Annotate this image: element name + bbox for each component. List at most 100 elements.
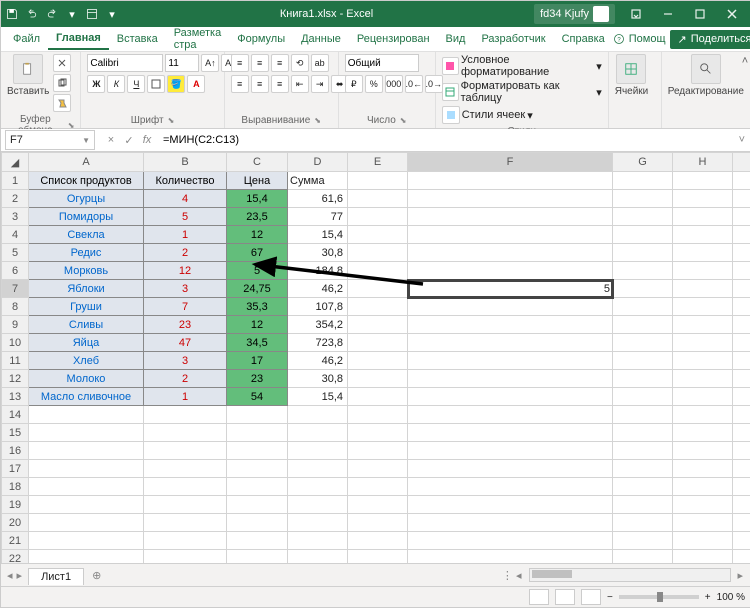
redo-icon[interactable] <box>45 7 59 21</box>
cell-B2[interactable]: 4 <box>144 190 227 208</box>
cell-F21[interactable] <box>408 532 613 550</box>
row-header-2[interactable]: 2 <box>2 190 29 208</box>
cell-I6[interactable] <box>733 262 750 280</box>
cell-I16[interactable] <box>733 442 750 460</box>
cell-H7[interactable] <box>673 280 733 298</box>
row-header-16[interactable]: 16 <box>2 442 29 460</box>
col-header-E[interactable]: E <box>348 153 408 172</box>
cell-A10[interactable]: Яйца <box>29 334 144 352</box>
normal-view-icon[interactable] <box>529 589 549 605</box>
cell-D1[interactable]: Сумма <box>288 172 348 190</box>
cell-D13[interactable]: 15,4 <box>288 388 348 406</box>
cell-I11[interactable] <box>733 352 750 370</box>
cell-E9[interactable] <box>348 316 408 334</box>
cell-D22[interactable] <box>288 550 348 564</box>
cell-I20[interactable] <box>733 514 750 532</box>
cell-E21[interactable] <box>348 532 408 550</box>
border-icon[interactable] <box>147 75 165 93</box>
cell-E3[interactable] <box>348 208 408 226</box>
account-button[interactable]: fd34 Kjufy <box>534 4 615 24</box>
cell-B9[interactable]: 23 <box>144 316 227 334</box>
cell-B12[interactable]: 2 <box>144 370 227 388</box>
cell-G10[interactable] <box>613 334 673 352</box>
cell-A4[interactable]: Свекла <box>29 226 144 244</box>
sheet-tab[interactable]: Лист1 <box>28 568 84 585</box>
copy-icon[interactable] <box>53 74 71 92</box>
cell-C22[interactable] <box>227 550 288 564</box>
dialog-launcher-icon[interactable]: ⬊ <box>400 116 407 125</box>
tab-Разработчик[interactable]: Разработчик <box>473 29 553 49</box>
cell-H22[interactable] <box>673 550 733 564</box>
cell-A1[interactable]: Список продуктов <box>29 172 144 190</box>
cell-E15[interactable] <box>348 424 408 442</box>
editing-button[interactable]: Редактирование <box>668 54 744 97</box>
cell-A20[interactable] <box>29 514 144 532</box>
row-header-20[interactable]: 20 <box>2 514 29 532</box>
cell-G20[interactable] <box>613 514 673 532</box>
cell-styles-button[interactable]: Стили ячеек ▾ <box>442 106 533 124</box>
cell-C1[interactable]: Цена <box>227 172 288 190</box>
row-header-10[interactable]: 10 <box>2 334 29 352</box>
cell-C21[interactable] <box>227 532 288 550</box>
cell-I8[interactable] <box>733 298 750 316</box>
cell-I5[interactable] <box>733 244 750 262</box>
row-header-7[interactable]: 7 <box>2 280 29 298</box>
cell-A12[interactable]: Молоко <box>29 370 144 388</box>
format-painter-icon[interactable] <box>53 94 71 112</box>
cell-B5[interactable]: 2 <box>144 244 227 262</box>
cell-G2[interactable] <box>613 190 673 208</box>
cancel-icon[interactable]: × <box>103 134 119 147</box>
align-left-icon[interactable]: ≡ <box>231 75 249 93</box>
tab-Разметка стра[interactable]: Разметка стра <box>166 23 230 55</box>
cell-H2[interactable] <box>673 190 733 208</box>
undo-icon[interactable] <box>25 7 39 21</box>
row-header-11[interactable]: 11 <box>2 352 29 370</box>
cell-F22[interactable] <box>408 550 613 564</box>
cell-D8[interactable]: 107,8 <box>288 298 348 316</box>
cell-F12[interactable] <box>408 370 613 388</box>
cell-D2[interactable]: 61,6 <box>288 190 348 208</box>
cell-H17[interactable] <box>673 460 733 478</box>
row-header-12[interactable]: 12 <box>2 370 29 388</box>
cell-B11[interactable]: 3 <box>144 352 227 370</box>
cell-D18[interactable] <box>288 478 348 496</box>
cell-F16[interactable] <box>408 442 613 460</box>
cell-C10[interactable]: 34,5 <box>227 334 288 352</box>
cell-E2[interactable] <box>348 190 408 208</box>
cell-I4[interactable] <box>733 226 750 244</box>
cell-F2[interactable] <box>408 190 613 208</box>
row-header-22[interactable]: 22 <box>2 550 29 564</box>
cell-F11[interactable] <box>408 352 613 370</box>
col-header-B[interactable]: B <box>144 153 227 172</box>
col-header-C[interactable]: C <box>227 153 288 172</box>
cell-E14[interactable] <box>348 406 408 424</box>
cell-B4[interactable]: 1 <box>144 226 227 244</box>
fx-icon[interactable]: fx <box>139 134 155 147</box>
cell-B20[interactable] <box>144 514 227 532</box>
cell-C11[interactable]: 17 <box>227 352 288 370</box>
align-middle-icon[interactable]: ≡ <box>251 54 269 72</box>
cell-E18[interactable] <box>348 478 408 496</box>
cell-E7[interactable] <box>348 280 408 298</box>
select-all[interactable]: ◢ <box>2 153 29 172</box>
cell-G7[interactable] <box>613 280 673 298</box>
tab-Файл[interactable]: Файл <box>5 29 48 49</box>
number-format-select[interactable] <box>345 54 419 72</box>
cell-I3[interactable] <box>733 208 750 226</box>
col-header-D[interactable]: D <box>288 153 348 172</box>
cell-C8[interactable]: 35,3 <box>227 298 288 316</box>
row-header-8[interactable]: 8 <box>2 298 29 316</box>
align-top-icon[interactable]: ≡ <box>231 54 249 72</box>
cell-E10[interactable] <box>348 334 408 352</box>
cell-C12[interactable]: 23 <box>227 370 288 388</box>
conditional-format-button[interactable]: Условное форматирование ▾ <box>442 54 602 78</box>
cell-E16[interactable] <box>348 442 408 460</box>
cell-C17[interactable] <box>227 460 288 478</box>
cell-F14[interactable] <box>408 406 613 424</box>
tab-Справка[interactable]: Справка <box>554 29 613 49</box>
cell-E19[interactable] <box>348 496 408 514</box>
cell-I7[interactable] <box>733 280 750 298</box>
col-header-H[interactable]: H <box>673 153 733 172</box>
cell-F18[interactable] <box>408 478 613 496</box>
cell-D21[interactable] <box>288 532 348 550</box>
